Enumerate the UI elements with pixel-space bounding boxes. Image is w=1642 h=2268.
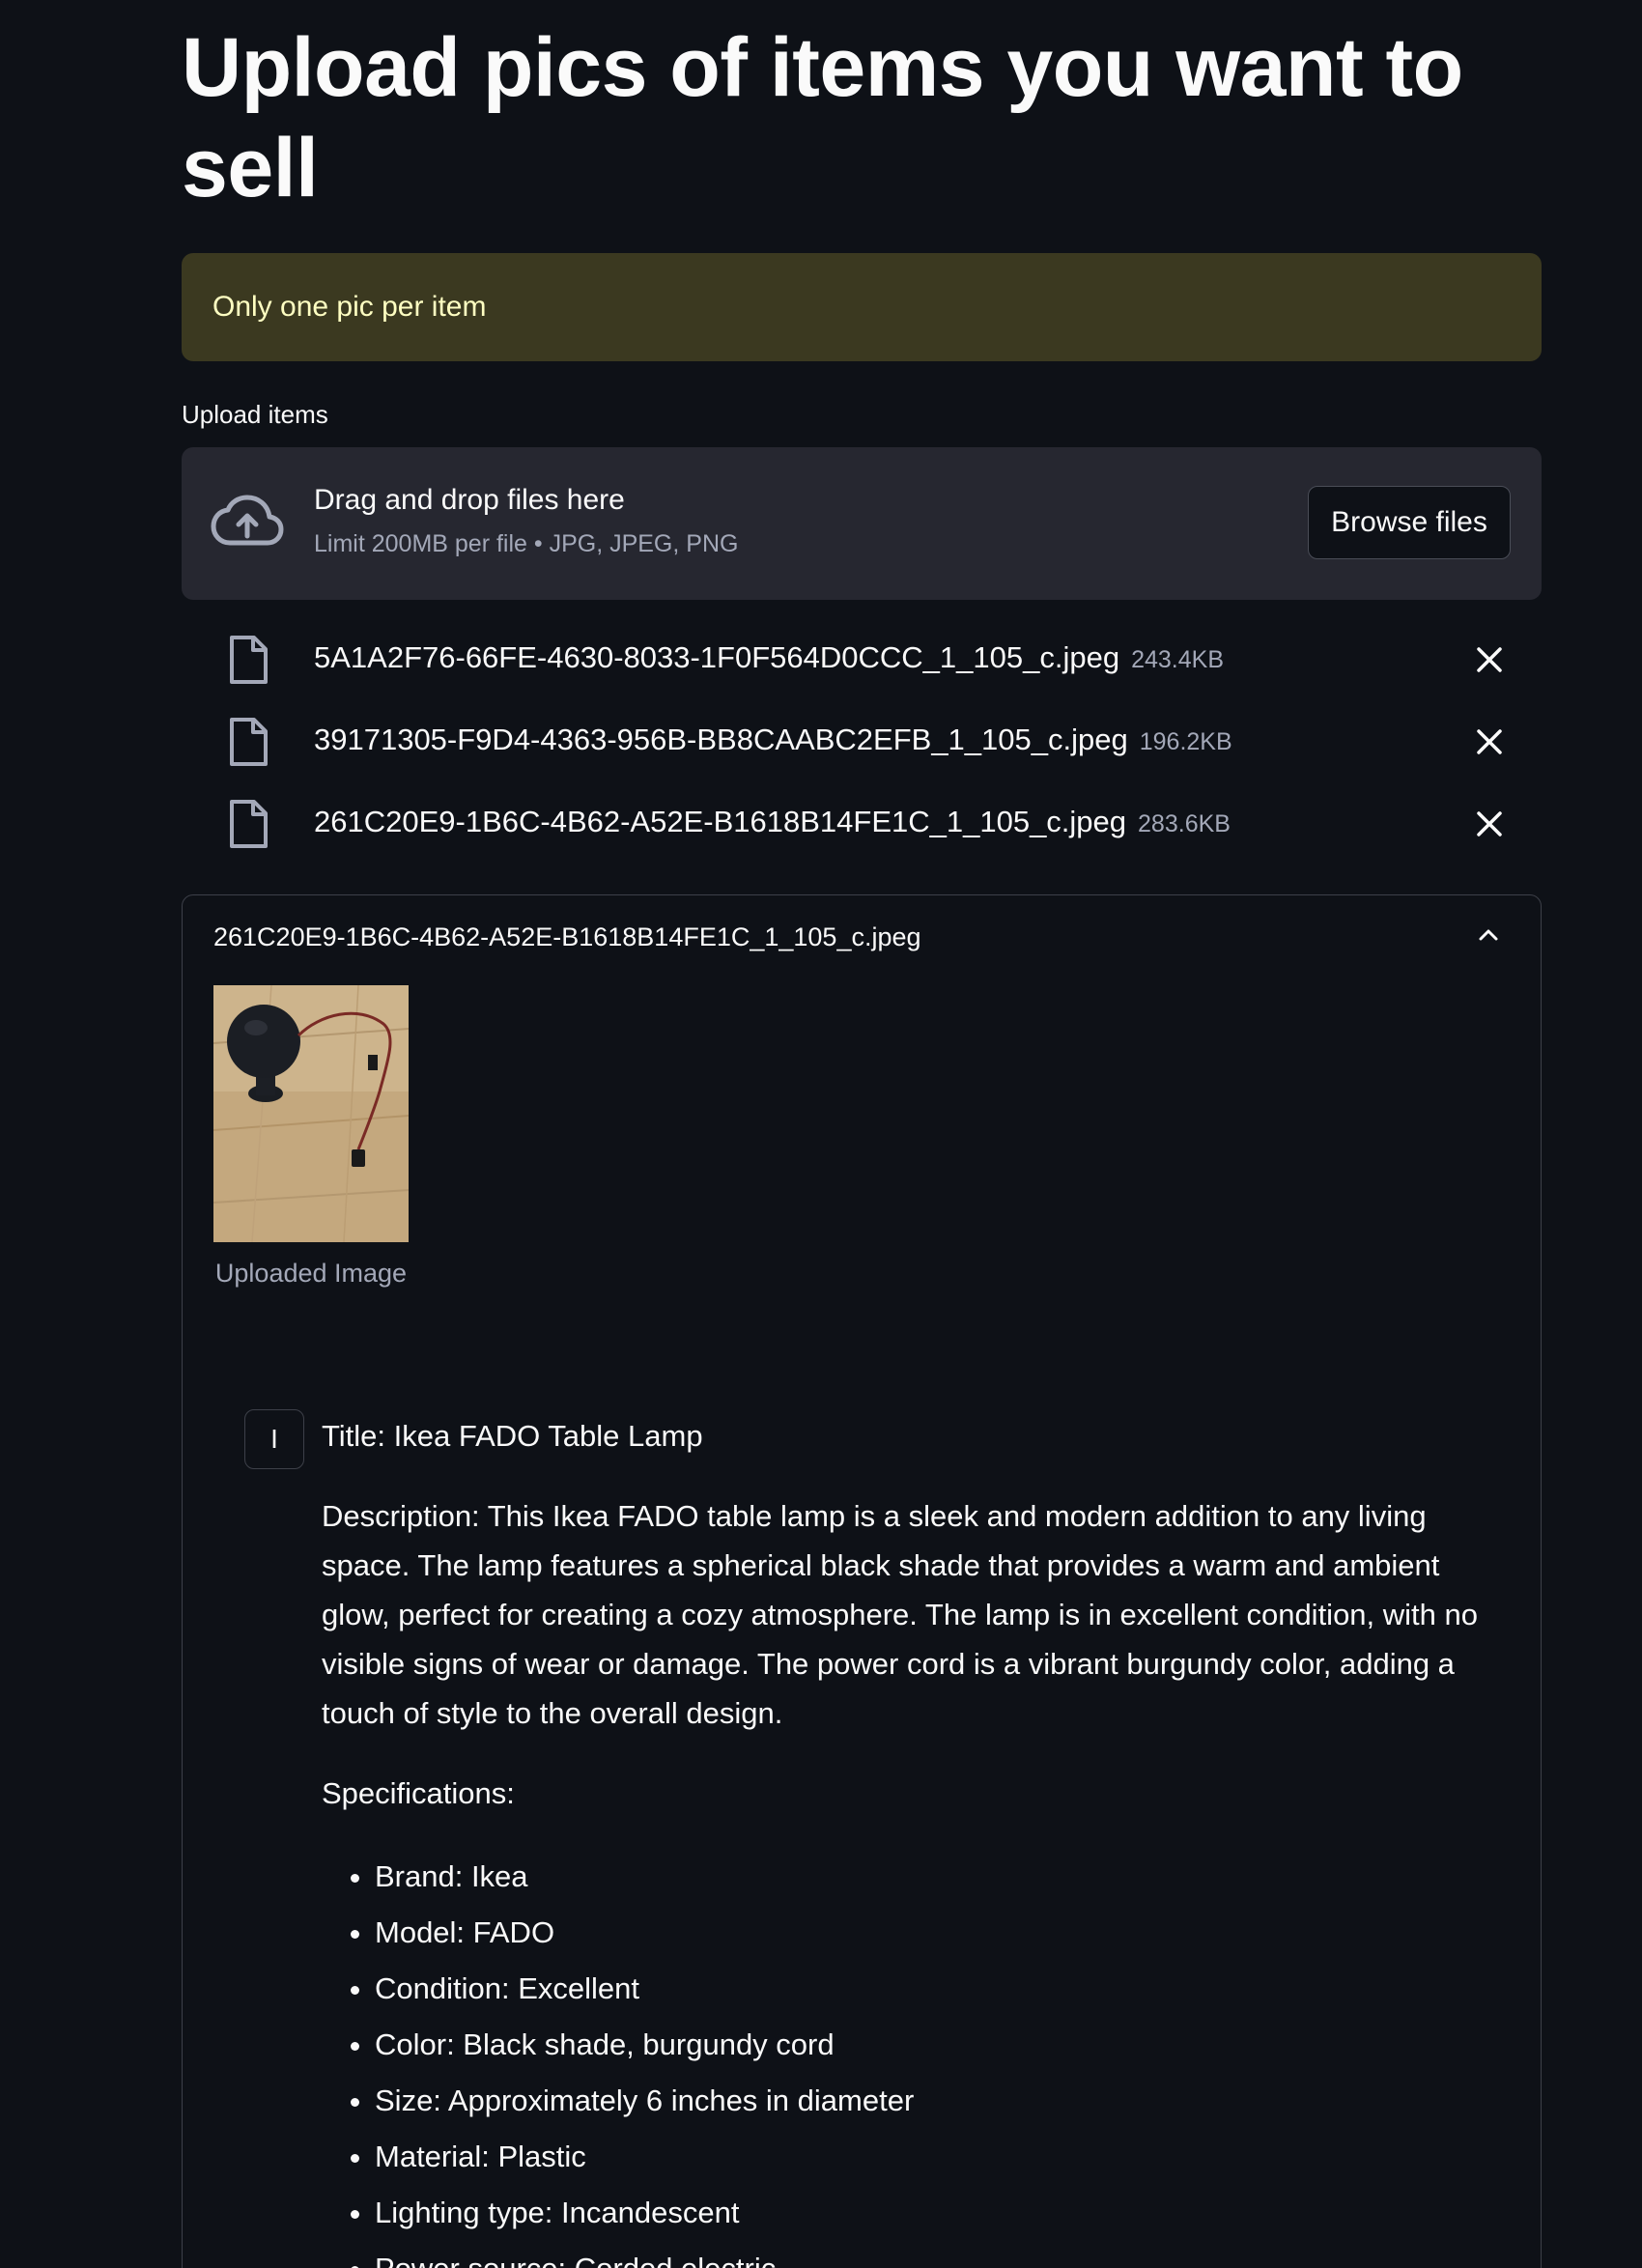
file-name-text: 39171305-F9D4-4363-956B-BB8CAABC2EFB_1_1…: [314, 723, 1128, 756]
file-name-text: 261C20E9-1B6C-4B62-A52E-B1618B14FE1C_1_1…: [314, 805, 1127, 838]
file-name-text: 5A1A2F76-66FE-4630-8033-1F0F564D0CCC_1_1…: [314, 640, 1120, 674]
image-caption: Uploaded Image: [214, 1259, 408, 1288]
file-icon: [230, 636, 268, 684]
dropzone-primary-text: Drag and drop files here: [314, 484, 625, 516]
warning-text: Only one pic per item: [212, 291, 487, 323]
chevron-up-icon[interactable]: [1475, 924, 1502, 944]
uploaded-file-list: 5A1A2F76-66FE-4630-8033-1F0F564D0CCC_1_1…: [182, 621, 1542, 867]
list-item: Material: Plastic: [375, 2129, 1502, 2185]
specs-heading: Specifications:: [322, 1776, 515, 1810]
uploader-label: Upload items: [182, 400, 328, 429]
uploaded-image-block: Uploaded Image: [213, 985, 409, 1294]
file-item: 5A1A2F76-66FE-4630-8033-1F0F564D0CCC_1_1…: [182, 621, 1542, 703]
dropzone-instructions: Drag and drop files here Limit 200MB per…: [314, 484, 738, 558]
list-item: Condition: Excellent: [375, 1961, 1502, 2017]
file-icon: [230, 718, 268, 766]
list-item: Power source: Corded electric: [375, 2241, 1502, 2268]
list-item: Size: Approximately 6 inches in diameter: [375, 2073, 1502, 2129]
expander-header[interactable]: 261C20E9-1B6C-4B62-A52E-B1618B14FE1C_1_1…: [213, 922, 921, 952]
app-page: Upload pics of items you want to sell On…: [0, 0, 1642, 2268]
list-item: Brand: Ikea: [375, 1849, 1502, 1905]
file-size: 283.6KB: [1138, 810, 1231, 837]
list-item: Lighting type: Incandescent: [375, 2185, 1502, 2241]
warning-alert: Only one pic per item: [182, 253, 1542, 361]
cloud-upload-icon: [211, 495, 284, 546]
file-size: 243.4KB: [1131, 646, 1225, 673]
file-name: 261C20E9-1B6C-4B62-A52E-B1618B14FE1C_1_1…: [314, 805, 1231, 839]
avatar: I: [244, 1409, 304, 1469]
close-icon[interactable]: [1474, 644, 1505, 675]
close-icon[interactable]: [1474, 808, 1505, 839]
main-content: Upload pics of items you want to sell On…: [182, 0, 1542, 2268]
list-item: Color: Black shade, burgundy cord: [375, 2017, 1502, 2073]
listing-description: Description: This Ikea FADO table lamp i…: [322, 1499, 1478, 1730]
close-icon[interactable]: [1474, 726, 1505, 757]
dropzone-limit-text: Limit 200MB per file • JPG, JPEG, PNG: [314, 530, 739, 557]
file-dropzone[interactable]: Drag and drop files here Limit 200MB per…: [182, 447, 1542, 600]
page-title: Upload pics of items you want to sell: [182, 21, 1463, 214]
file-name: 39171305-F9D4-4363-956B-BB8CAABC2EFB_1_1…: [314, 723, 1232, 757]
listing-title: Title: Ikea FADO Table Lamp: [322, 1419, 703, 1453]
uploaded-image: [213, 985, 409, 1242]
image-expander: 261C20E9-1B6C-4B62-A52E-B1618B14FE1C_1_1…: [182, 894, 1542, 2268]
browse-files-button[interactable]: Browse files: [1308, 486, 1511, 559]
file-item: 261C20E9-1B6C-4B62-A52E-B1618B14FE1C_1_1…: [182, 785, 1542, 867]
file-size: 196.2KB: [1139, 728, 1232, 755]
list-item: Model: FADO: [375, 1905, 1502, 1961]
file-item: 39171305-F9D4-4363-956B-BB8CAABC2EFB_1_1…: [182, 703, 1542, 785]
chat-message-content: Title: Ikea FADO Table Lamp Description:…: [322, 1411, 1502, 2268]
file-name: 5A1A2F76-66FE-4630-8033-1F0F564D0CCC_1_1…: [314, 640, 1224, 675]
file-icon: [230, 800, 268, 848]
specs-list: Brand: Ikea Model: FADO Condition: Excel…: [322, 1849, 1502, 2268]
